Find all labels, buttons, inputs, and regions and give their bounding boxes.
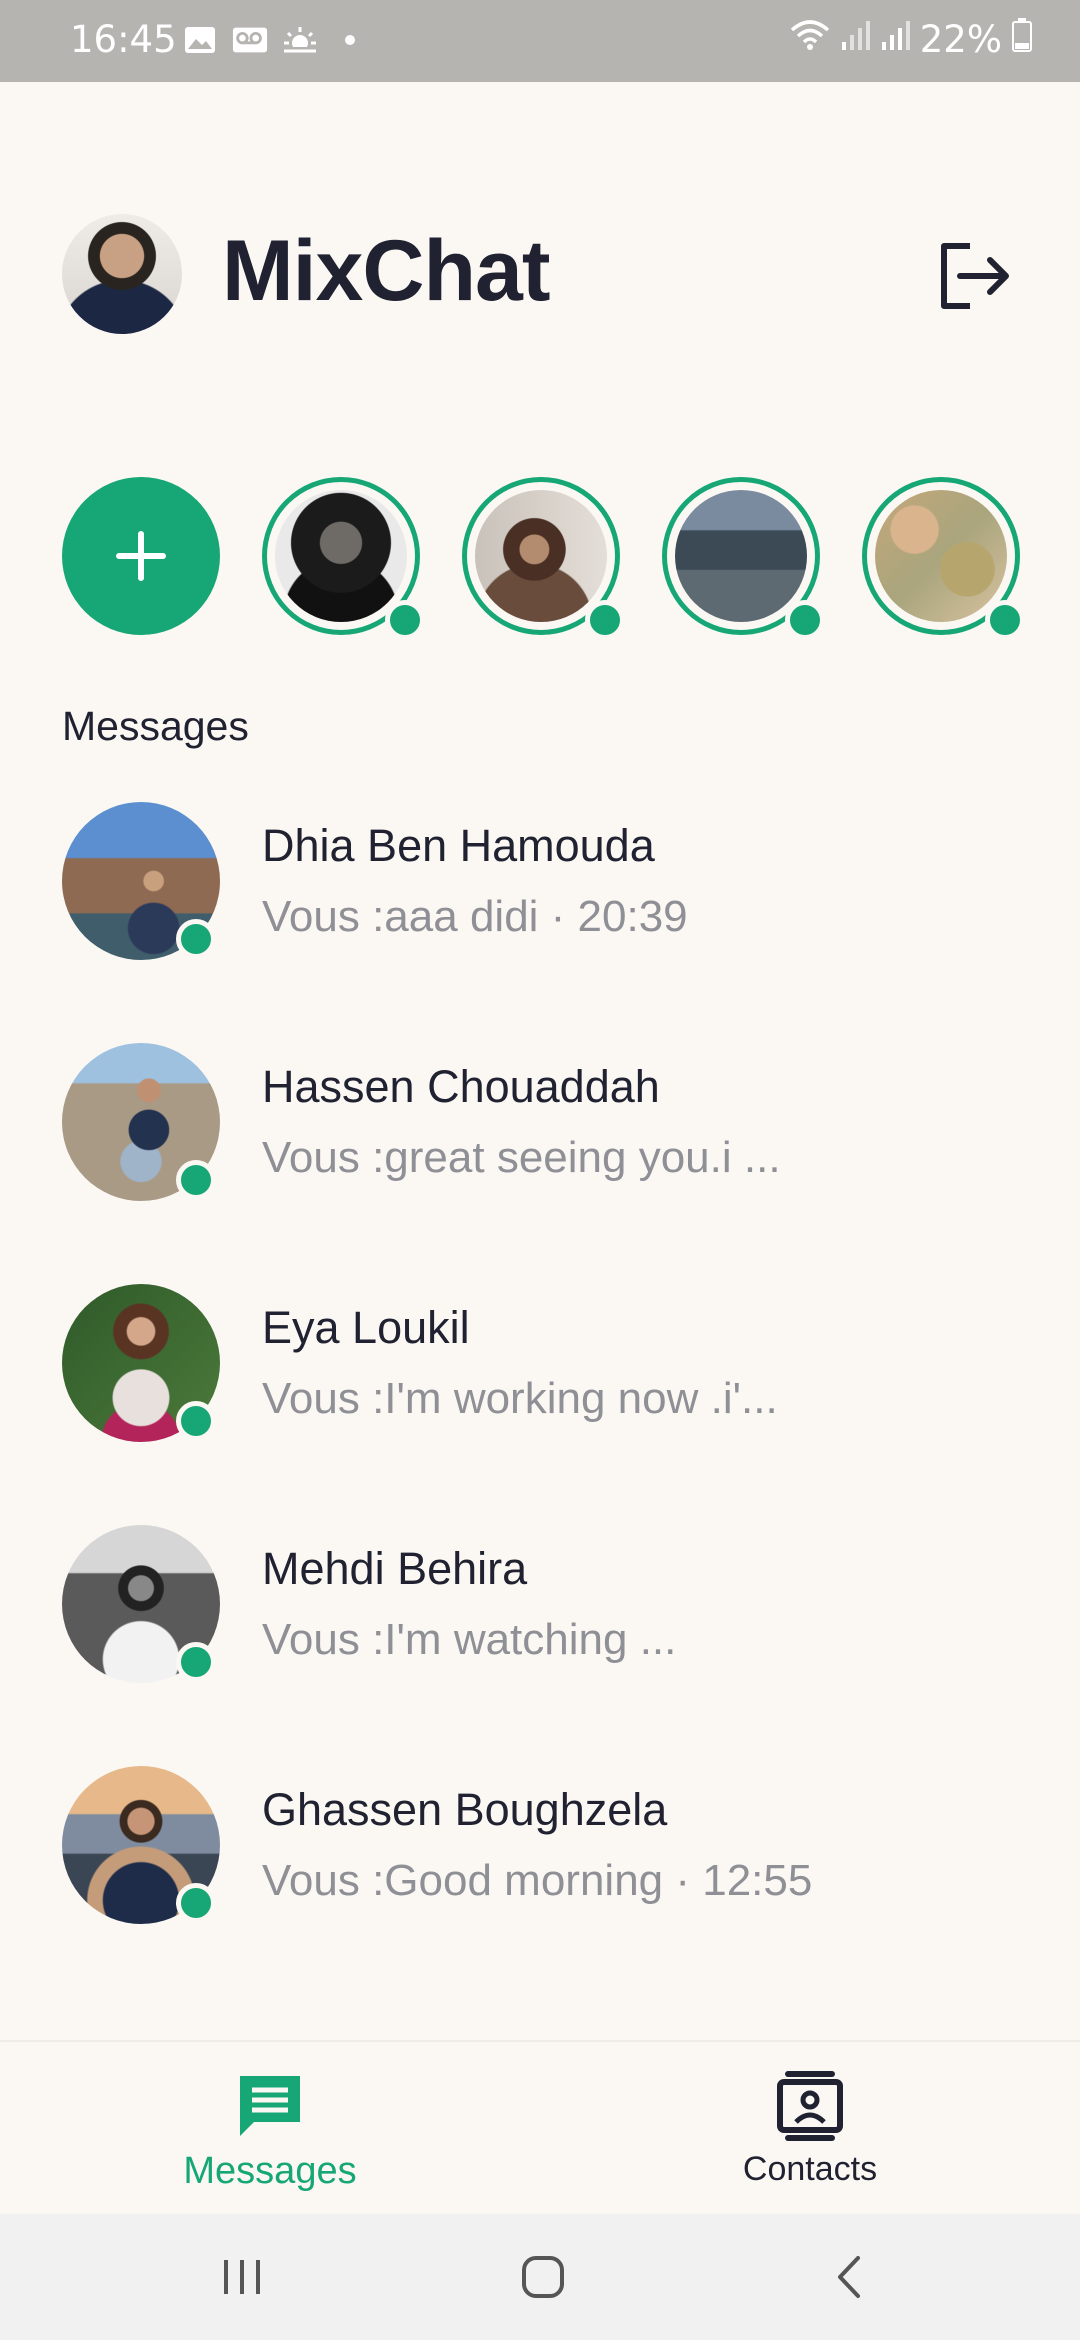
message-preview: Vous :I'm working now .i'...: [262, 1374, 778, 1423]
online-indicator: [785, 600, 825, 640]
home-icon: [522, 2256, 564, 2298]
app-title: MixChat: [222, 223, 550, 319]
profile-avatar[interactable]: [62, 214, 182, 334]
story-photo: [275, 490, 407, 622]
status-bar: 16:45 22%: [0, 0, 1080, 82]
back-button[interactable]: [820, 2252, 880, 2302]
contacts-icon: [777, 2071, 843, 2141]
voicemail-icon: [232, 22, 268, 58]
system-nav-bar: [0, 2214, 1080, 2340]
contact-name: Mehdi Behira: [262, 1543, 528, 1594]
contact-name: Hassen Chouaddah: [262, 1061, 660, 1112]
online-indicator: [985, 600, 1025, 640]
back-icon: [838, 2256, 860, 2298]
nav-messages-tab[interactable]: Messages: [160, 2042, 380, 2216]
nav-contacts-label: Contacts: [742, 2150, 878, 2188]
weather-icon: [282, 22, 318, 58]
bottom-nav: Messages Contacts: [0, 2040, 1080, 2216]
story-photo: [475, 490, 607, 622]
message-preview: Vous :aaa didi · 20:39: [262, 892, 688, 941]
nav-contacts-tab[interactable]: Contacts: [700, 2042, 920, 2216]
story-photo: [875, 490, 1007, 622]
battery-percent: 22%: [919, 18, 1002, 61]
battery-icon: [1012, 18, 1032, 61]
message-preview: Vous :Good morning · 12:55: [262, 1856, 813, 1905]
message-preview: Vous :I'm watching ...: [262, 1615, 677, 1664]
dot-icon: [332, 22, 368, 58]
recent-apps-button[interactable]: [212, 2252, 272, 2302]
status-time: 16:45: [70, 18, 177, 61]
online-indicator: [385, 600, 425, 640]
story-avatar[interactable]: [462, 477, 625, 640]
conversation-item[interactable]: Dhia Ben Hamouda Vous :aaa didi · 20:39: [0, 802, 1080, 1002]
story-avatar[interactable]: [662, 477, 825, 640]
plus-icon: [116, 531, 166, 581]
logout-icon: [941, 243, 1009, 309]
online-indicator: [585, 600, 625, 640]
online-indicator: [176, 1883, 216, 1923]
status-icons-right: 22%: [790, 18, 1032, 61]
contact-name: Eya Loukil: [262, 1302, 470, 1353]
contact-name: Ghassen Boughzela: [262, 1784, 668, 1835]
story-avatar[interactable]: [262, 477, 425, 640]
nav-messages-label: Messages: [183, 2150, 357, 2192]
signal-icon: [880, 18, 910, 61]
online-indicator: [176, 919, 216, 959]
logout-button[interactable]: [936, 238, 1012, 314]
wifi-icon: [790, 18, 830, 61]
conversation-item[interactable]: Hassen Chouaddah Vous :great seeing you.…: [0, 1043, 1080, 1243]
contact-name: Dhia Ben Hamouda: [262, 820, 655, 871]
recent-apps-icon: [224, 2260, 260, 2294]
status-icons-left: [182, 22, 368, 58]
section-title: Messages: [62, 703, 249, 749]
online-indicator: [176, 1401, 216, 1441]
add-story-button[interactable]: [62, 477, 220, 635]
message-preview: Vous :great seeing you.i ...: [262, 1133, 781, 1182]
conversation-item[interactable]: Eya Loukil Vous :I'm working now .i'...: [0, 1284, 1080, 1484]
signal-icon: [840, 18, 870, 61]
online-indicator: [176, 1160, 216, 1200]
image-icon: [182, 22, 218, 58]
conversation-item[interactable]: Mehdi Behira Vous :I'm watching ...: [0, 1525, 1080, 1725]
story-avatar[interactable]: [862, 477, 1025, 640]
message-icon: [240, 2076, 300, 2136]
online-indicator: [176, 1642, 216, 1682]
home-button[interactable]: [514, 2252, 574, 2302]
conversation-item[interactable]: Ghassen Boughzela Vous :Good morning · 1…: [0, 1766, 1080, 1966]
story-photo: [675, 490, 807, 622]
